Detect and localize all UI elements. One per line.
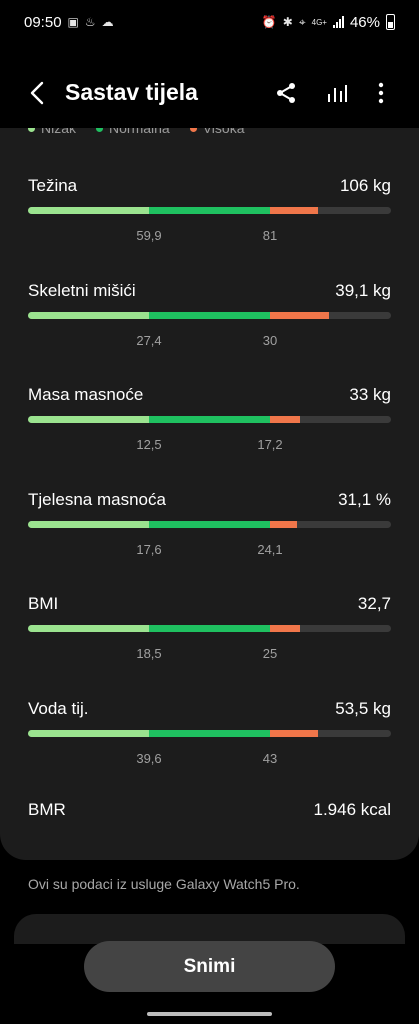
app-header: Sastav tijela <box>0 70 419 116</box>
range-low-threshold: 17,6 <box>136 542 162 557</box>
more-options-button[interactable] <box>366 78 396 108</box>
bar-chart-icon <box>328 85 347 102</box>
metric-name: BMI <box>28 594 59 613</box>
bar-segment-low <box>28 730 149 737</box>
range-bar <box>28 416 391 423</box>
bar-segment-high <box>270 521 297 528</box>
back-button[interactable] <box>22 78 52 108</box>
legend-item-high: Visoka <box>189 128 245 136</box>
data-source-note: Ovi su podaci iz usluge Galaxy Watch5 Pr… <box>28 876 300 892</box>
metric-fat-mass[interactable]: Masa masnoće 33 kg 12,5 17,2 <box>28 385 391 465</box>
network-type-icon: 4G+ <box>311 17 327 27</box>
share-icon <box>277 83 295 103</box>
legend-label-normal: Normalna <box>109 128 170 136</box>
range-high-threshold: 43 <box>262 751 278 766</box>
bar-segment-normal <box>149 521 270 528</box>
range-high-threshold: 17,2 <box>257 437 283 452</box>
range-low-threshold: 18,5 <box>136 646 162 661</box>
metric-name: BMR <box>28 800 66 819</box>
range-low-threshold: 27,4 <box>136 333 162 348</box>
legend-dot-normal <box>96 128 104 132</box>
gallery-notification-icon: ▣ <box>67 15 79 29</box>
range-low-threshold: 12,5 <box>136 437 162 452</box>
back-arrow-icon <box>30 81 44 105</box>
bar-segment-high <box>270 207 319 214</box>
metric-value: 1.946 kcal <box>313 800 392 819</box>
metric-value: 32,7 <box>357 594 391 613</box>
range-bar <box>28 312 391 319</box>
metric-value: 33 kg <box>349 385 391 404</box>
legend-dot-low <box>28 128 35 132</box>
body-composition-card: Nizak Normalna Visoka Težina 106 kg 59,9… <box>0 128 419 860</box>
metric-value: 31,1 % <box>338 490 391 509</box>
range-high-threshold: 81 <box>262 228 278 243</box>
range-bar <box>28 625 391 632</box>
activity-notification-icon: ♨ <box>84 15 96 29</box>
weather-notification-icon: ☁ <box>101 15 114 29</box>
metric-value: 106 kg <box>339 176 391 195</box>
metric-name: Masa masnoće <box>28 385 144 404</box>
bar-segment-normal <box>149 312 270 319</box>
metric-body-water[interactable]: Voda tij. 53,5 kg 39,6 43 <box>28 699 391 779</box>
more-vertical-icon <box>378 82 384 104</box>
bar-segment-low <box>28 521 149 528</box>
metric-name: Tjelesna masnoća <box>28 490 166 509</box>
legend-dot-high <box>189 128 197 132</box>
bar-segment-high <box>270 416 301 423</box>
bar-segment-low <box>28 625 149 632</box>
metric-value: 39,1 kg <box>335 281 391 300</box>
range-bar <box>28 730 391 737</box>
range-high-threshold: 25 <box>262 646 278 661</box>
bar-segment-high <box>270 730 319 737</box>
status-bar: 09:50 ▣ ♨ ☁ ⏰ ✱ ⌖ 4G+ 46% <box>0 0 419 44</box>
metric-skeletal-muscle[interactable]: Skeletni mišići 39,1 kg 27,4 30 <box>28 281 391 361</box>
location-icon: ⌖ <box>298 14 306 29</box>
range-high-threshold: 30 <box>262 333 278 348</box>
bar-segment-high <box>270 312 330 319</box>
page-title: Sastav tijela <box>65 79 198 105</box>
range-high-threshold: 24,1 <box>257 542 283 557</box>
next-card-edge <box>14 914 405 944</box>
battery-icon <box>386 14 395 30</box>
signal-icon <box>332 16 344 28</box>
metric-bmr[interactable]: BMR 1.946 kcal <box>28 800 391 820</box>
metric-name: Težina <box>28 176 78 195</box>
range-bar <box>28 207 391 214</box>
bar-segment-normal <box>149 416 270 423</box>
alarm-icon: ⏰ <box>261 15 277 29</box>
bar-segment-low <box>28 416 149 423</box>
legend-item-normal: Normalna <box>96 128 170 136</box>
bar-segment-low <box>28 207 149 214</box>
bar-segment-normal <box>149 625 270 632</box>
trends-button[interactable] <box>322 78 352 108</box>
metric-value: 53,5 kg <box>335 699 391 718</box>
bar-segment-normal <box>149 207 270 214</box>
bar-segment-normal <box>149 730 270 737</box>
share-button[interactable] <box>271 78 301 108</box>
battery-percent: 46% <box>349 13 380 31</box>
metric-name: Voda tij. <box>28 699 89 718</box>
bluetooth-icon: ✱ <box>282 15 293 29</box>
range-low-threshold: 59,9 <box>136 228 162 243</box>
range-bar <box>28 521 391 528</box>
status-left: 09:50 ▣ ♨ ☁ <box>24 14 114 31</box>
legend-label-high: Visoka <box>202 128 245 136</box>
range-low-threshold: 39,6 <box>136 751 162 766</box>
metric-weight[interactable]: Težina 106 kg 59,9 81 <box>28 176 391 256</box>
metric-body-fat[interactable]: Tjelesna masnoća 31,1 % 17,6 24,1 <box>28 490 391 570</box>
legend-item-low: Nizak <box>28 128 76 136</box>
status-time: 09:50 <box>24 13 62 31</box>
record-button[interactable]: Snimi <box>84 941 335 992</box>
status-right: ⏰ ✱ ⌖ 4G+ 46% <box>262 14 395 31</box>
legend: Nizak Normalna Visoka <box>28 128 245 136</box>
legend-label-low: Nizak <box>41 128 77 136</box>
home-indicator <box>147 1012 272 1016</box>
metric-bmi[interactable]: BMI 32,7 18,5 25 <box>28 594 391 674</box>
bar-segment-high <box>270 625 301 632</box>
metric-name: Skeletni mišići <box>28 281 136 300</box>
bar-segment-low <box>28 312 149 319</box>
